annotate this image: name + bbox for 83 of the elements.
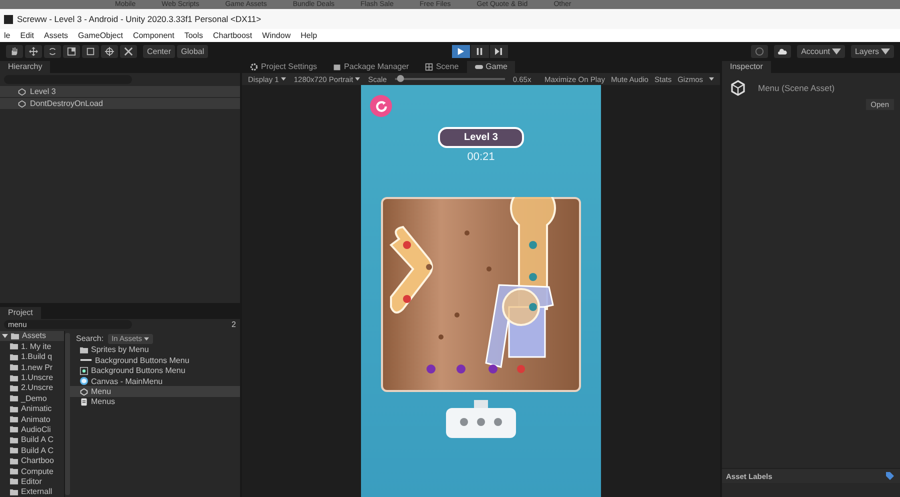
- image-icon: [80, 366, 88, 375]
- tree-item[interactable]: Build A C: [0, 434, 64, 446]
- cloud-icon[interactable]: [774, 44, 792, 58]
- main-nav-item[interactable]: GameObject: [78, 31, 123, 40]
- step-button[interactable]: [490, 44, 508, 58]
- step-icon: [495, 48, 502, 54]
- asset-item[interactable]: Background Buttons Menu: [70, 355, 240, 366]
- tree-item[interactable]: Assets: [0, 330, 64, 342]
- tree-item[interactable]: Compute: [0, 466, 64, 476]
- inspector-tab[interactable]: Inspector: [722, 61, 771, 73]
- move-tool-icon[interactable]: [25, 44, 42, 58]
- tree-item[interactable]: Chartboo: [0, 455, 64, 466]
- caret-icon: [280, 77, 286, 81]
- tree-item[interactable]: Editor: [0, 476, 64, 487]
- folder-icon: [80, 346, 88, 354]
- asset-item[interactable]: Canvas - MainMenu: [70, 376, 240, 386]
- timer: 00:21: [467, 151, 495, 163]
- gamepad-icon: [474, 63, 483, 71]
- refresh-icon: [374, 100, 388, 112]
- main-nav-item[interactable]: Window: [262, 31, 291, 40]
- view-tab[interactable]: Game: [466, 61, 516, 73]
- tree-item[interactable]: AudioCli: [0, 424, 64, 435]
- main-nav-item[interactable]: Edit: [20, 31, 34, 40]
- play-icon: [457, 48, 464, 54]
- tree-item[interactable]: _Demo: [0, 393, 64, 404]
- pivot-button[interactable]: Center: [143, 44, 176, 58]
- caret-icon: [144, 337, 150, 342]
- caret-icon: [832, 46, 841, 56]
- tag-icon[interactable]: [886, 472, 894, 480]
- hierarchy-item[interactable]: DontDestroyOnLoad: [0, 98, 240, 109]
- asset-item[interactable]: Background Buttons Menu: [70, 366, 240, 376]
- tree-item[interactable]: Externall: [0, 486, 64, 497]
- space-button[interactable]: Global: [177, 44, 208, 58]
- tree-item[interactable]: Build A C: [0, 445, 64, 456]
- main-nav-item[interactable]: Assets: [44, 31, 68, 40]
- scale-tool-icon[interactable]: [63, 44, 80, 58]
- rect-tool-icon[interactable]: [82, 44, 99, 58]
- transform-tool-icon[interactable]: [101, 44, 118, 58]
- hierarchy-tab[interactable]: Hierarchy: [0, 61, 50, 73]
- hierarchy-label: Level 3: [30, 87, 56, 96]
- level-title: Level 3: [438, 127, 524, 148]
- hierarchy-label: DontDestroyOnLoad: [30, 99, 103, 108]
- main-nav-item[interactable]: Component: [132, 31, 174, 40]
- tree-item[interactable]: 2.Unscre: [0, 382, 64, 394]
- main-nav-item[interactable]: le: [4, 31, 10, 40]
- tree-item[interactable]: 1.new Pr: [0, 362, 64, 372]
- main-nav-item[interactable]: Help: [300, 31, 318, 40]
- tree-item[interactable]: Animatic: [0, 403, 64, 414]
- tree-item[interactable]: 1. My ite: [0, 341, 64, 352]
- account-dropdown[interactable]: Account: [797, 44, 845, 58]
- asset-item[interactable]: Menus: [70, 396, 240, 408]
- hierarchy-item[interactable]: Level 3: [0, 86, 240, 97]
- asset-item[interactable]: Menu: [70, 386, 240, 397]
- cube-icon: [80, 377, 88, 386]
- app-icon: [4, 14, 13, 24]
- slider-thumb[interactable]: [397, 75, 404, 82]
- document-icon: [80, 398, 88, 406]
- caret-icon: [881, 46, 890, 56]
- play-button[interactable]: [452, 44, 470, 58]
- caret-icon: [709, 77, 714, 81]
- main-nav-item[interactable]: Tools: [184, 31, 203, 40]
- tree-item[interactable]: 1.Unscre: [0, 372, 64, 383]
- pause-icon: [476, 48, 484, 54]
- hand-tool-icon[interactable]: [6, 44, 23, 58]
- hidden-count: 2: [232, 320, 236, 330]
- asset-name: Menu (Scene Asset): [758, 83, 836, 93]
- grid-icon: [424, 63, 433, 71]
- gear-icon: [250, 63, 258, 71]
- package-icon: [333, 63, 342, 71]
- asset-item[interactable]: Sprites by Menu: [70, 344, 240, 356]
- caret-icon: [355, 77, 360, 81]
- rotate-tool-icon[interactable]: [44, 44, 61, 58]
- expand-arrow-icon[interactable]: [2, 332, 8, 339]
- tree-item[interactable]: 1.Build q: [0, 352, 64, 362]
- project-tab[interactable]: Project: [0, 306, 41, 319]
- search-label: Search:: [76, 334, 104, 344]
- main-nav-item[interactable]: Chartboost: [213, 31, 252, 40]
- screw-tray-drawing: [446, 400, 516, 438]
- window-title: Screww - Level 3 - Android - Unity 2020.3.33f1 Personal <DX11>: [17, 14, 262, 24]
- layers-dropdown[interactable]: Layers: [850, 44, 894, 58]
- restart-button[interactable]: [370, 95, 392, 117]
- tree-item[interactable]: Animato: [0, 414, 64, 424]
- pause-button[interactable]: [470, 44, 489, 58]
